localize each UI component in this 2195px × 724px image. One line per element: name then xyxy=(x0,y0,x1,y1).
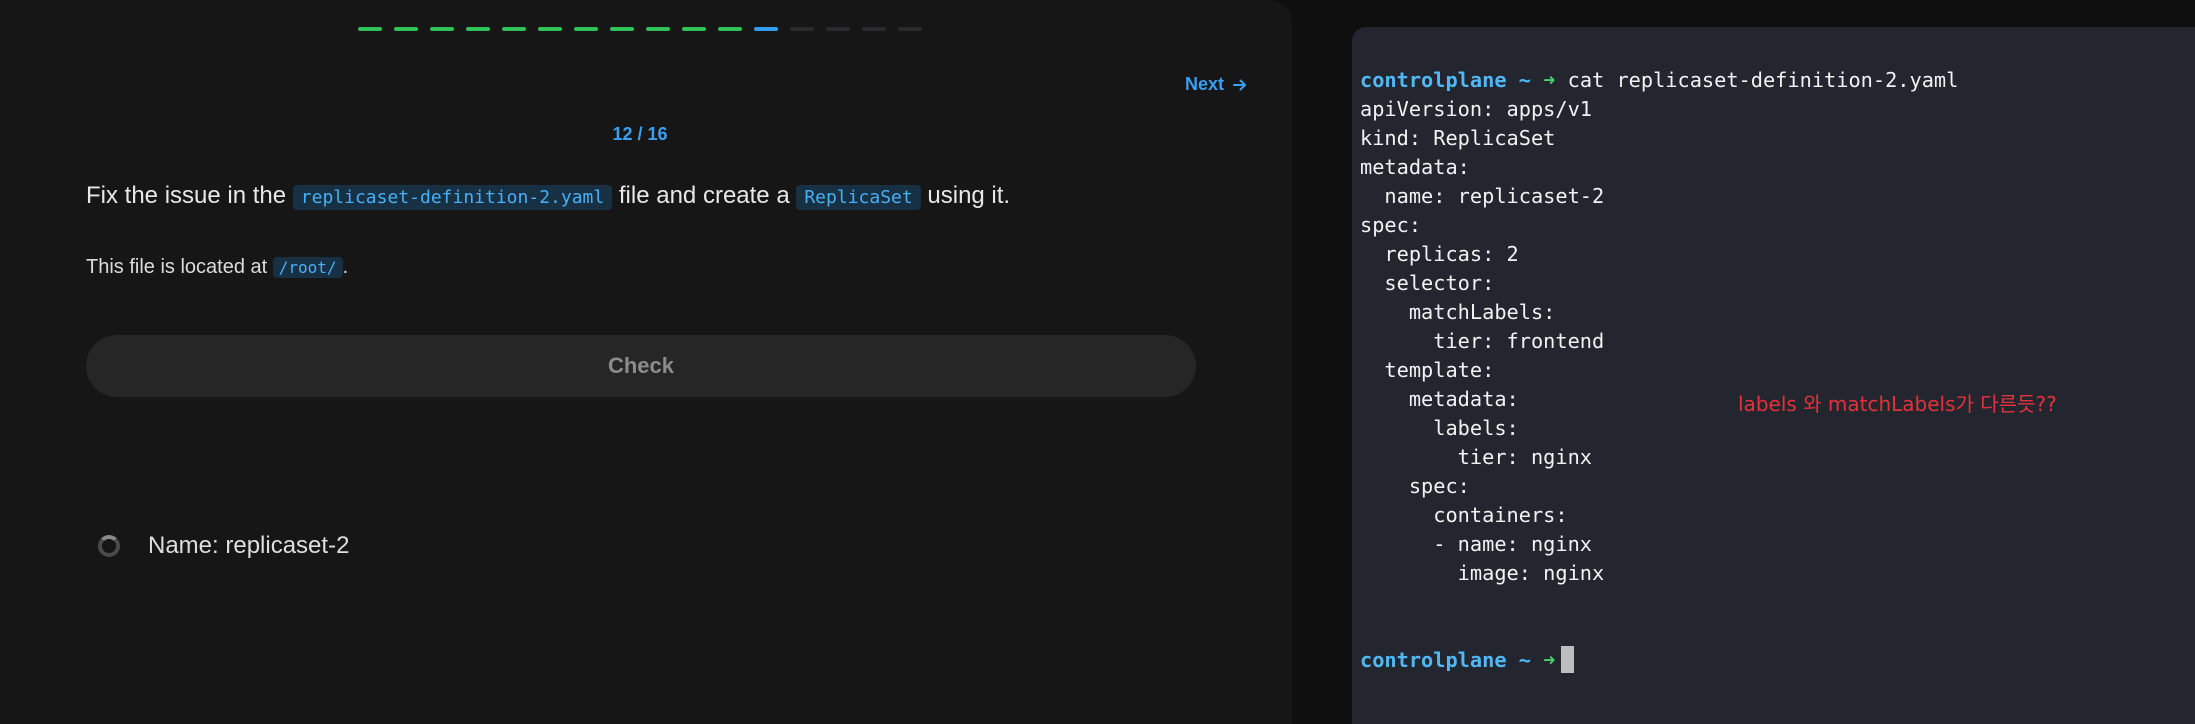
terminal-cursor xyxy=(1561,646,1575,673)
terminal-command-line: controlplane ~ ➜ cat replicaset-definiti… xyxy=(1360,66,1958,95)
progress-step xyxy=(394,27,418,31)
terminal-output-line: metadata: xyxy=(1360,155,1470,179)
next-label: Next xyxy=(1185,74,1225,94)
note-prefix: This file is located at xyxy=(86,256,268,278)
terminal-prompt-line[interactable]: controlplane ~ ➜ xyxy=(1360,646,1958,675)
terminal-output-line: image: nginx xyxy=(1360,561,1605,585)
task-middle: file and create a xyxy=(618,182,790,209)
path-code: /root/ xyxy=(272,257,343,278)
spinner-icon xyxy=(98,535,120,557)
terminal-output-line: name: replicaset-2 xyxy=(1360,184,1605,208)
prompt-arrow-icon: ➜ xyxy=(1543,68,1556,92)
terminal-output-line: labels: xyxy=(1360,416,1519,440)
terminal-output-line: selector: xyxy=(1360,271,1495,295)
file-name-code: replicaset-definition-2.yaml xyxy=(292,185,613,210)
terminal-command: cat replicaset-definition-2.yaml xyxy=(1567,68,1959,92)
task-description: Fix the issue in the replicaset-definiti… xyxy=(86,182,1010,210)
terminal[interactable]: controlplane ~ ➜ cat replicaset-definiti… xyxy=(1352,27,2195,724)
terminal-output-line: replicas: 2 xyxy=(1360,242,1519,266)
progress-step xyxy=(718,27,742,31)
prompt-host: controlplane ~ xyxy=(1360,648,1531,672)
file-location-note: This file is located at /root/. xyxy=(86,256,348,279)
terminal-output: controlplane ~ ➜ cat replicaset-definiti… xyxy=(1360,66,1958,675)
check-button[interactable]: Check xyxy=(86,335,1196,397)
progress-step xyxy=(790,27,814,31)
task-prefix: Fix the issue in the xyxy=(86,182,287,209)
check-result-item: Name: replicaset-2 xyxy=(98,532,349,560)
progress-step xyxy=(862,27,886,31)
question-counter-text: 12 / 16 xyxy=(612,124,668,144)
terminal-output-line: template: xyxy=(1360,358,1495,382)
terminal-output-line: - name: nginx xyxy=(1360,532,1592,556)
progress-step xyxy=(610,27,634,31)
terminal-output-line: tier: nginx xyxy=(1360,445,1592,469)
prompt-arrow-icon: ➜ xyxy=(1543,648,1556,672)
terminal-output-line: apiVersion: apps/v1 xyxy=(1360,97,1592,121)
terminal-output-line: kind: ReplicaSet xyxy=(1360,126,1556,150)
prompt-host: controlplane ~ xyxy=(1360,68,1531,92)
lab-question-panel: Next 12 / 16 Fix the issue in the replic… xyxy=(0,0,1292,724)
progress-step xyxy=(682,27,706,31)
note-suffix: . xyxy=(342,256,349,278)
yaml-output: apiVersion: apps/v1 kind: ReplicaSet metad… xyxy=(1360,95,1958,588)
progress-step xyxy=(466,27,490,31)
terminal-output-line: spec: xyxy=(1360,213,1422,237)
progress-step xyxy=(430,27,454,31)
progress-step xyxy=(502,27,526,31)
handwritten-annotation: labels 와 matchLabels가 다른듯?? xyxy=(1738,392,2057,416)
terminal-output-line: spec: xyxy=(1360,474,1470,498)
progress-step xyxy=(754,27,778,31)
resource-kind-code: ReplicaSet xyxy=(796,185,921,210)
check-result-label: Name: replicaset-2 xyxy=(148,532,350,559)
arrow-right-icon xyxy=(1233,79,1247,90)
progress-step xyxy=(358,27,382,31)
terminal-output-line: matchLabels: xyxy=(1360,300,1556,324)
progress-step xyxy=(646,27,670,31)
task-suffix: using it. xyxy=(927,182,1011,209)
terminal-output-line: containers: xyxy=(1360,503,1568,527)
progress-step xyxy=(538,27,562,31)
progress-step xyxy=(826,27,850,31)
next-button[interactable]: Next xyxy=(1185,74,1248,95)
terminal-output-line: tier: frontend xyxy=(1360,329,1605,353)
progress-step xyxy=(574,27,598,31)
panel-divider[interactable] xyxy=(1292,0,1328,724)
progress-step xyxy=(898,27,922,31)
progress-steps xyxy=(358,27,922,31)
